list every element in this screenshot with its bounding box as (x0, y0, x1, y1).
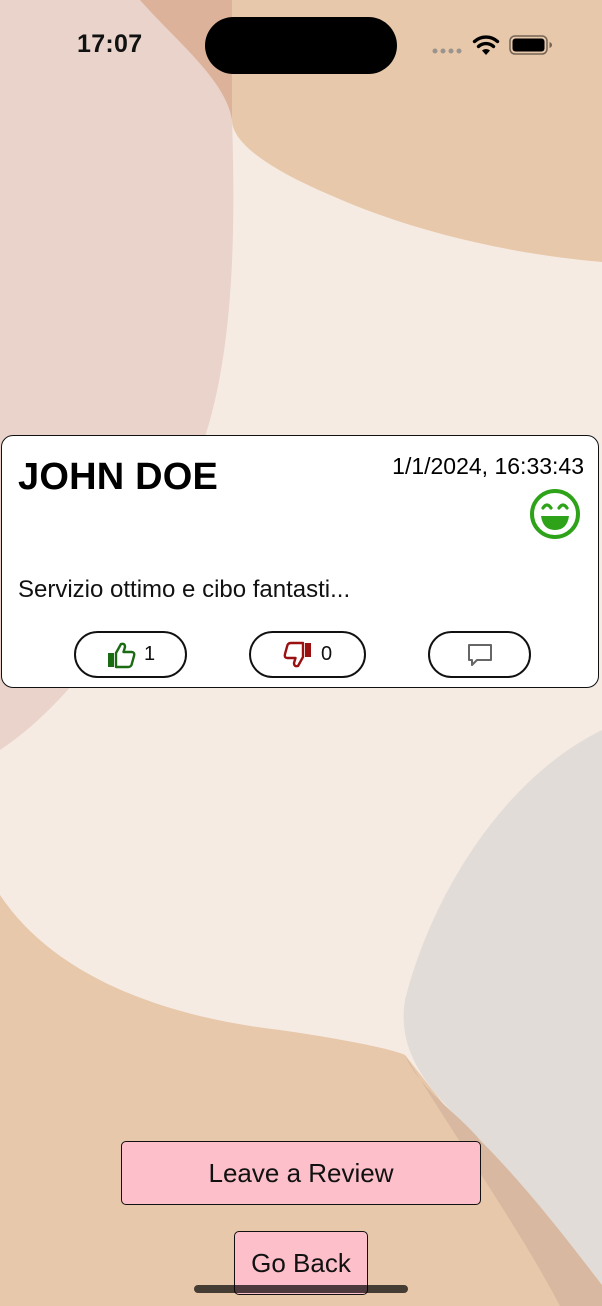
review-text: Servizio ottimo e cibo fantasti... (18, 576, 351, 603)
leave-review-button[interactable]: Leave a Review (121, 1141, 481, 1205)
grinning-face-icon (530, 489, 580, 539)
like-count: 1 (143, 643, 156, 665)
wifi-icon (472, 35, 500, 55)
comment-icon (467, 643, 492, 666)
dynamic-island (205, 17, 397, 74)
thumbs-up-icon (107, 642, 136, 668)
dislike-button[interactable]: 0 (249, 631, 366, 678)
thumbs-down-icon (283, 641, 311, 667)
review-date: 1/1/2024, 16:33:43 (392, 453, 584, 479)
reviewer-name: JOHN DOE (18, 456, 219, 498)
home-indicator (194, 1285, 408, 1293)
like-button[interactable]: 1 (74, 631, 187, 678)
status-bar: 17:07 (0, 0, 602, 90)
battery-icon (509, 35, 552, 55)
signal-icon (432, 48, 462, 54)
review-card[interactable]: JOHN DOE 1/1/2024, 16:33:43 Servizio ott… (1, 435, 599, 688)
status-time: 17:07 (77, 30, 143, 58)
dislike-count: 0 (320, 643, 333, 665)
comment-button[interactable] (428, 631, 531, 678)
